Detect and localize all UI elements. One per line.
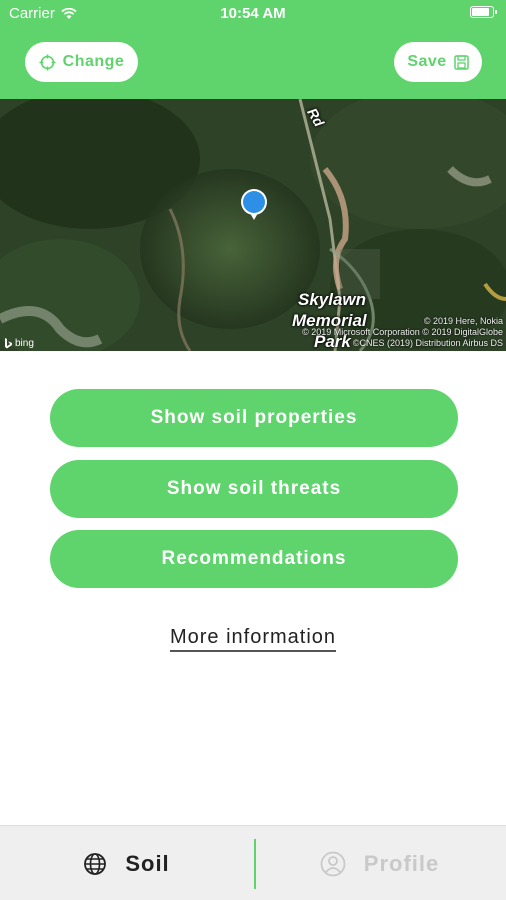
satellite-map[interactable]: Rd Skylawn Memorial Park bing © 2019 Her… <box>0 99 506 351</box>
map-attribution: © 2019 Here, Nokia © 2019 Microsoft Corp… <box>302 316 503 349</box>
battery-icon <box>470 6 497 18</box>
tab-soil[interactable]: Soil <box>0 826 253 900</box>
user-icon <box>320 851 346 876</box>
map-provider-logo: bing <box>4 338 34 349</box>
map-credit-line1: © 2019 Here, Nokia <box>423 316 503 326</box>
more-information-link[interactable]: More information <box>169 626 337 652</box>
crosshair-icon <box>39 54 56 70</box>
tab-profile-label: Profile <box>363 850 440 876</box>
show-soil-threats-button[interactable]: Show soil threats <box>50 460 458 518</box>
save-label: Save <box>407 53 447 70</box>
map-place-line1: Skylawn <box>298 290 367 309</box>
save-button[interactable]: Save <box>394 42 482 82</box>
change-button[interactable]: Change <box>25 42 138 82</box>
map-provider-label: bing <box>15 338 34 349</box>
tab-bar: Soil Profile <box>0 825 506 900</box>
satellite-imagery <box>0 99 506 351</box>
globe-icon <box>84 852 107 875</box>
save-icon <box>453 54 469 70</box>
status-time: 10:54 AM <box>220 5 286 22</box>
more-information-container: More information <box>0 626 506 652</box>
status-bar: Carrier 10:54 AM <box>0 0 506 28</box>
tab-soil-label: Soil <box>125 850 170 876</box>
recommendations-button[interactable]: Recommendations <box>50 530 458 588</box>
tab-profile[interactable]: Profile <box>253 826 506 900</box>
change-label: Change <box>62 53 125 70</box>
top-header: Carrier 10:54 AM Change Save <box>0 0 506 99</box>
map-pin-icon[interactable] <box>240 187 268 221</box>
show-soil-properties-button[interactable]: Show soil properties <box>50 389 458 447</box>
map-credit-line2: © 2019 Microsoft Corporation © 2019 Digi… <box>302 327 503 337</box>
map-credit-line3: ©CNES (2019) Distribution Airbus DS <box>352 338 503 348</box>
bing-icon <box>5 338 12 349</box>
